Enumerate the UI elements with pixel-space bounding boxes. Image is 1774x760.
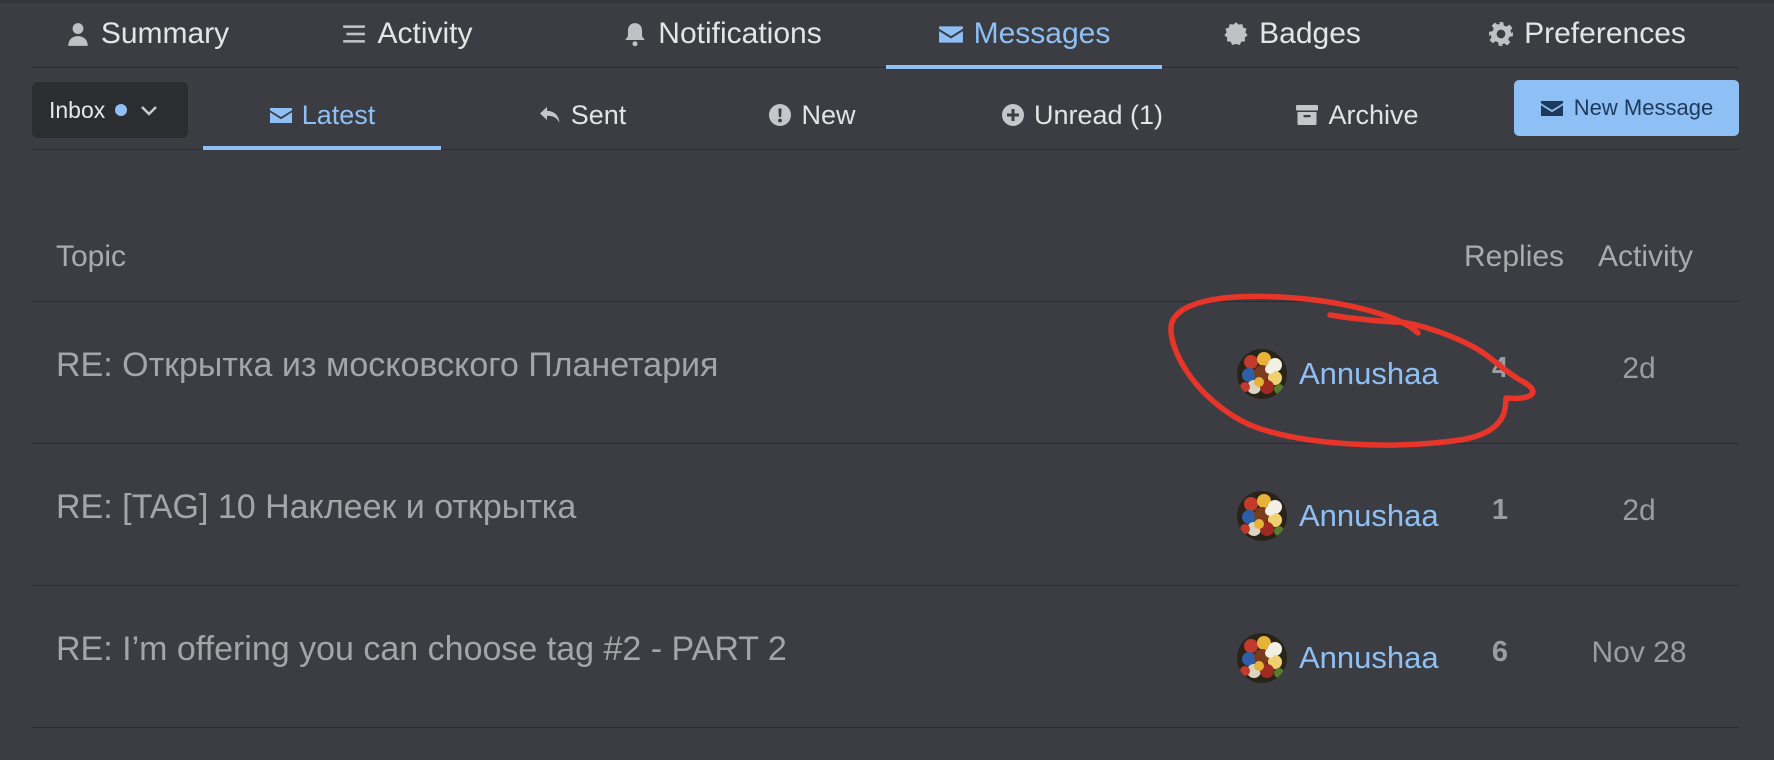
activity-time[interactable]: 2d	[1572, 494, 1706, 528]
tab-preferences[interactable]: Preferences	[1467, 0, 1707, 67]
table-row[interactable]: RE: Открытка из московского Планетария A…	[32, 302, 1739, 444]
reply-count: 4	[1491, 352, 1509, 384]
envelope-icon	[938, 25, 963, 43]
tab-badges-label: Badges	[1259, 16, 1361, 50]
envelope-icon	[269, 108, 292, 123]
activity-time[interactable]: 2d	[1572, 352, 1706, 386]
topic-title-link[interactable]: RE: I’m offering you can choose tag #2 -…	[56, 630, 787, 669]
avatar-image	[1240, 494, 1284, 536]
reply-count: 6	[1491, 636, 1509, 668]
tab-archive[interactable]: Archive	[1272, 82, 1442, 148]
column-header-activity[interactable]: Activity	[1598, 240, 1693, 274]
table-header: Topic Replies Activity	[32, 210, 1739, 302]
user-nav: Summary Activity Notifications Messages …	[32, 0, 1739, 69]
plus-circle-icon	[1001, 104, 1024, 126]
chevron-down-icon	[141, 106, 158, 116]
tab-unread-label: Unread (1)	[1033, 99, 1164, 130]
inbox-dropdown-label: Inbox	[49, 96, 106, 123]
activity-time[interactable]: Nov 28	[1572, 636, 1706, 670]
tab-badges[interactable]: Badges	[1212, 0, 1372, 67]
gear-icon	[1489, 21, 1514, 46]
user-icon	[68, 22, 88, 46]
unread-dot-icon	[115, 104, 128, 116]
tab-summary-label: Summary	[100, 16, 230, 50]
messages-page: Summary Activity Notifications Messages …	[0, 0, 1774, 760]
poster-name: Annushaa	[1299, 640, 1439, 675]
poster-name: Annushaa	[1299, 356, 1439, 391]
poster-link[interactable]: Annushaa	[1237, 491, 1439, 541]
tab-messages[interactable]: Messages	[886, 0, 1162, 69]
topic-title-link[interactable]: RE: Открытка из московского Планетария	[56, 346, 718, 385]
column-header-topic[interactable]: Topic	[56, 240, 126, 274]
tab-notifications[interactable]: Notifications	[577, 0, 867, 67]
topic-title-link[interactable]: RE: [TAG] 10 Наклеек и открытка	[56, 488, 576, 527]
avatar	[1237, 349, 1287, 399]
reply-icon	[539, 107, 560, 123]
tab-latest[interactable]: Latest	[203, 82, 441, 150]
reply-count: 1	[1491, 494, 1509, 526]
bell-icon	[625, 22, 646, 46]
tab-new[interactable]: New	[722, 82, 902, 148]
stream-icon	[343, 24, 366, 43]
tab-sent[interactable]: Sent	[502, 82, 662, 148]
tab-sent-label: Sent	[570, 99, 627, 130]
table-row[interactable]: RE: I’m offering you can choose tag #2 -…	[32, 586, 1739, 728]
exclamation-circle-icon	[769, 104, 792, 126]
new-message-label: New Message	[1573, 95, 1714, 120]
avatar	[1237, 633, 1287, 683]
poster-link[interactable]: Annushaa	[1237, 349, 1439, 399]
tab-notifications-label: Notifications	[658, 16, 822, 50]
certificate-icon	[1224, 21, 1248, 45]
archive-icon	[1296, 105, 1319, 125]
tab-latest-label: Latest	[301, 99, 376, 130]
poster-name: Annushaa	[1299, 498, 1439, 533]
topic-list-table: Topic Replies Activity RE: Открытка из м…	[32, 210, 1739, 728]
inbox-dropdown[interactable]: Inbox	[32, 82, 188, 138]
tab-new-label: New	[801, 99, 856, 130]
table-row[interactable]: RE: [TAG] 10 Наклеек и открытка Annushaa…	[32, 444, 1739, 586]
tab-messages-label: Messages	[973, 16, 1111, 50]
messages-nav: Inbox Latest Sent New Unread (1) Archive…	[32, 68, 1739, 150]
new-message-button[interactable]: New Message	[1514, 80, 1739, 136]
tab-preferences-label: Preferences	[1524, 16, 1686, 50]
tab-activity-label: Activity	[377, 16, 473, 50]
avatar-image	[1240, 352, 1284, 394]
tab-archive-label: Archive	[1328, 99, 1419, 130]
tab-activity[interactable]: Activity	[282, 0, 532, 67]
column-header-replies[interactable]: Replies	[1464, 240, 1564, 274]
envelope-icon	[1540, 101, 1563, 116]
tab-summary[interactable]: Summary	[32, 0, 262, 67]
tab-unread[interactable]: Unread (1)	[967, 82, 1197, 148]
avatar-image	[1240, 636, 1284, 678]
poster-link[interactable]: Annushaa	[1237, 633, 1439, 683]
avatar	[1237, 491, 1287, 541]
